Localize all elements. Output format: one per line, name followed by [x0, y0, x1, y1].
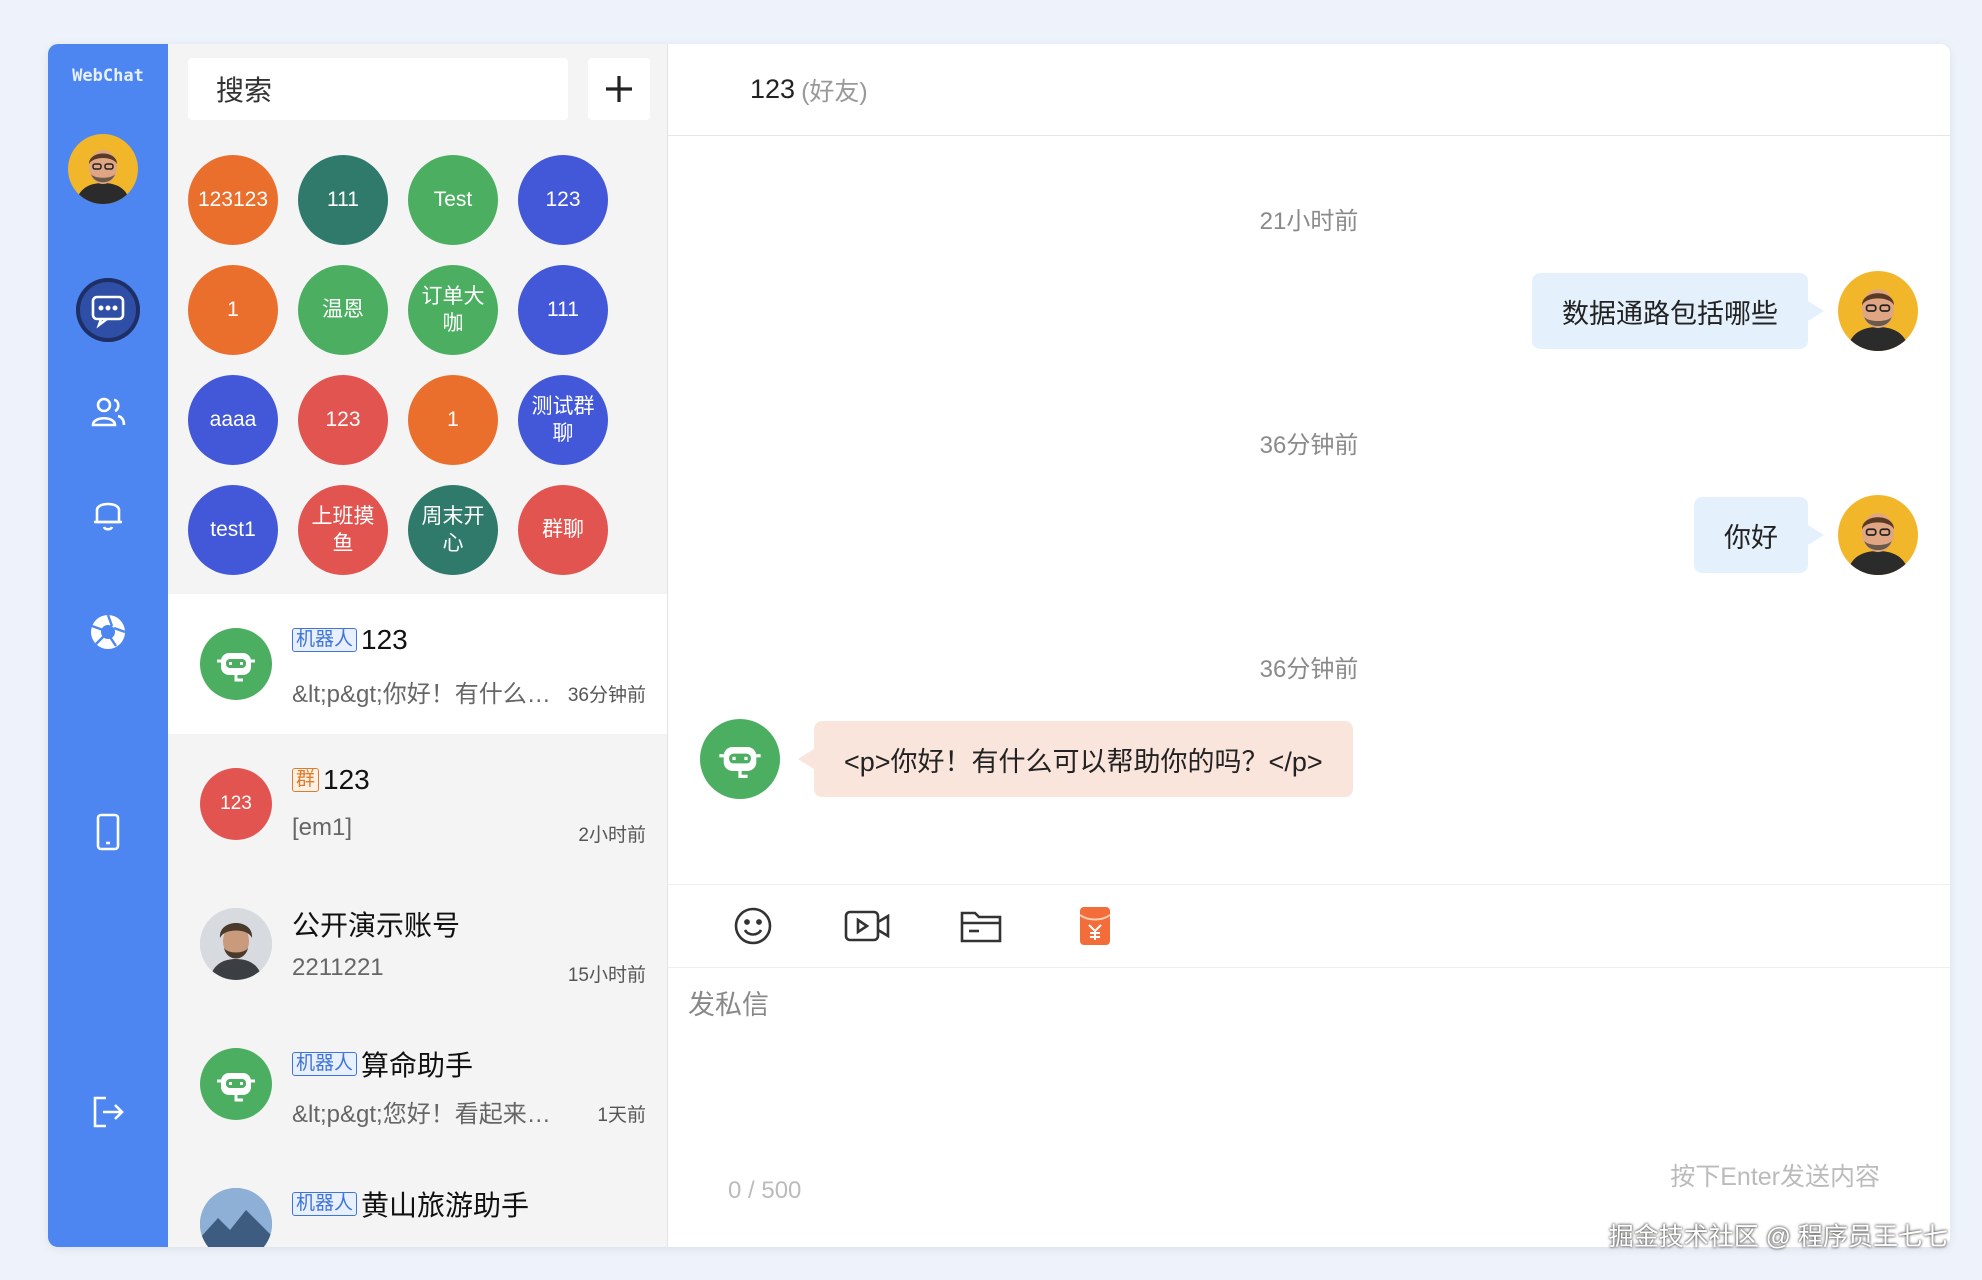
- message-bubble: 数据通路包括哪些: [1532, 273, 1824, 349]
- bot-avatar: [700, 719, 780, 799]
- chat-preview: &lt;p&gt;你好！有什么可以帮助你的吗？: [292, 681, 554, 708]
- group-circle[interactable]: 订单大咖: [408, 265, 498, 355]
- message-input[interactable]: [688, 983, 1950, 1133]
- group-circle[interactable]: test1: [188, 485, 278, 575]
- nav-contacts[interactable]: [48, 380, 168, 444]
- chat-list-item[interactable]: 机器人123 &lt;p&gt;你好！有什么可以帮助你的吗？ 36分钟前: [168, 594, 667, 734]
- robot-tag: 机器人: [292, 1051, 358, 1077]
- chat-header: 123 (好友): [668, 44, 1950, 136]
- watermark: 掘金技术社区 @ 程序员王七七: [1608, 1223, 1948, 1251]
- char-counter: 0 / 500: [728, 1177, 802, 1204]
- chat-name: 公开演示账号: [292, 910, 461, 941]
- group-circle[interactable]: 123: [298, 375, 388, 465]
- nav-logout[interactable]: [48, 1080, 168, 1144]
- robot-icon: [217, 1073, 255, 1102]
- red-envelope-icon: [1079, 907, 1111, 945]
- mobile-icon: [76, 800, 140, 864]
- contacts-icon: [76, 380, 140, 444]
- nav-mobile[interactable]: [48, 800, 168, 864]
- message-timestamp: 21小时前: [1259, 208, 1359, 235]
- robot-avatar: [200, 628, 272, 700]
- group-circle[interactable]: 111: [518, 265, 608, 355]
- message-timestamp: 36分钟前: [1259, 656, 1359, 683]
- group-circle[interactable]: 温恩: [298, 265, 388, 355]
- sender-avatar: [1838, 495, 1918, 575]
- message-area: 21小时前 数据通路包括哪些 36分钟前 你好 36分钟前 <p>你好！有什么可…: [668, 137, 1950, 927]
- group-grid: 123123 111 Test 123 1 温恩 订单大咖 111 aaaa 1…: [188, 155, 648, 575]
- search-box[interactable]: 搜索: [188, 58, 568, 120]
- aperture-icon: [76, 600, 140, 664]
- message-timestamp: 36分钟前: [1259, 432, 1359, 459]
- nav-chat[interactable]: [48, 278, 168, 342]
- chat-window: 123 (好友) 21小时前 数据通路包括哪些 36分钟前 你好 36分钟前 <…: [668, 44, 1950, 1247]
- send-hint: 按下Enter发送内容: [1670, 1163, 1880, 1191]
- robot-icon: [719, 747, 761, 779]
- composer: 0 / 500 按下Enter发送内容: [668, 969, 1950, 1247]
- group-tag: 群: [292, 767, 320, 793]
- message-row: 你好: [1694, 495, 1918, 575]
- smile-icon: [734, 907, 772, 945]
- group-circle[interactable]: 123: [518, 155, 608, 245]
- chat-list-item[interactable]: 公开演示账号 2211221 15小时前: [168, 874, 667, 1014]
- sender-avatar: [1838, 271, 1918, 351]
- brand-logo: WebChat: [72, 66, 144, 86]
- group-circle[interactable]: 上班摸鱼: [298, 485, 388, 575]
- emoji-button[interactable]: [726, 899, 780, 953]
- chat-name: 123: [361, 624, 408, 655]
- video-icon: [844, 910, 890, 942]
- logout-icon: [76, 1080, 140, 1144]
- robot-tag: 机器人: [292, 627, 358, 653]
- video-button[interactable]: [840, 899, 894, 953]
- chat-list: 机器人123 &lt;p&gt;你好！有什么可以帮助你的吗？ 36分钟前 123…: [168, 594, 667, 1247]
- message-bubble: 你好: [1694, 497, 1824, 573]
- folder-icon: [960, 911, 1002, 943]
- chat-time: 1天前: [597, 1105, 646, 1126]
- message-row: <p>你好！有什么可以帮助你的吗？</p>: [700, 719, 1353, 799]
- group-circle[interactable]: 测试群聊: [518, 375, 608, 465]
- chat-list-item[interactable]: 机器人 黄山旅游助手: [168, 1154, 667, 1247]
- contacts-panel: 搜索 123123 111 Test 123 1 温恩 订单大咖 111 aaa…: [168, 44, 668, 1247]
- group-avatar: 123: [200, 768, 272, 840]
- nav-notifications[interactable]: [48, 480, 168, 544]
- chat-preview: 2211221: [292, 954, 384, 981]
- robot-tag: 机器人: [292, 1191, 358, 1217]
- file-button[interactable]: [954, 899, 1008, 953]
- add-button[interactable]: [588, 58, 650, 120]
- chat-name: 黄山旅游助手: [361, 1190, 530, 1221]
- group-circle[interactable]: Test: [408, 155, 498, 245]
- chat-time: 2小时前: [578, 825, 646, 846]
- group-circle[interactable]: 1: [188, 265, 278, 355]
- bell-icon: [76, 480, 140, 544]
- robot-avatar: [200, 1048, 272, 1120]
- composer-toolbar: [668, 884, 1950, 968]
- user-photo-avatar: [200, 908, 272, 980]
- sidebar: WebChat: [48, 44, 168, 1247]
- chat-subtitle: (好友): [801, 77, 868, 106]
- chat-list-item[interactable]: 机器人算命助手 &lt;p&gt;您好！看起来您可能 1天前: [168, 1014, 667, 1154]
- message-bubble: <p>你好！有什么可以帮助你的吗？</p>: [798, 721, 1353, 797]
- chat-preview: &lt;p&gt;您好！看起来您可能: [292, 1101, 554, 1128]
- chat-preview: [em1]: [292, 814, 353, 841]
- robot-icon: [217, 653, 255, 682]
- plus-icon: [606, 76, 632, 102]
- group-circle[interactable]: 周末开心: [408, 485, 498, 575]
- chat-name: 算命助手: [361, 1050, 474, 1081]
- chat-time: 36分钟前: [567, 685, 646, 706]
- chat-list-item[interactable]: 123 群 123 [em1] 2小时前: [168, 734, 667, 874]
- chat-icon: [76, 278, 140, 342]
- group-circle[interactable]: 群聊: [518, 485, 608, 575]
- chat-name: 123: [323, 764, 370, 795]
- group-circle[interactable]: 111: [298, 155, 388, 245]
- group-circle[interactable]: 1: [408, 375, 498, 465]
- nav-discover[interactable]: [48, 600, 168, 664]
- red-envelope-button[interactable]: [1068, 899, 1122, 953]
- chat-time: 15小时前: [567, 965, 646, 986]
- group-circle[interactable]: aaaa: [188, 375, 278, 465]
- chat-title: 123: [750, 74, 796, 104]
- webchat-window: WebChat 搜索 123123 111 Test 123 1 温恩 订单大咖…: [48, 44, 1950, 1247]
- group-circle[interactable]: 123123: [188, 155, 278, 245]
- message-row: 数据通路包括哪些: [1532, 271, 1918, 351]
- scenery-avatar: [200, 1188, 272, 1247]
- user-avatar[interactable]: [68, 134, 138, 204]
